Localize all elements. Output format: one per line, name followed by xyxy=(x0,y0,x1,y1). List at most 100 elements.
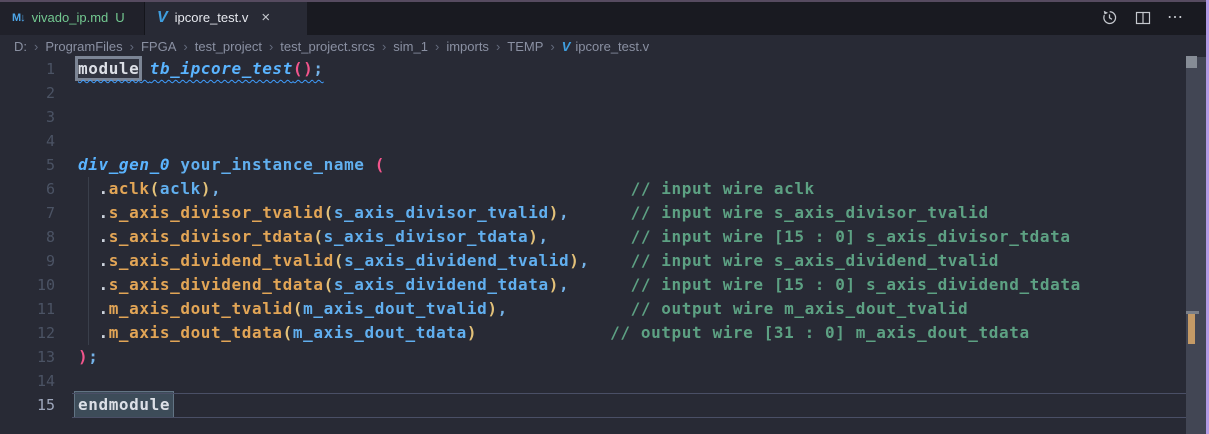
line-number[interactable]: 3 xyxy=(0,105,72,129)
more-actions-icon[interactable]: ⋯ xyxy=(1167,9,1184,26)
code-token: // output wire m_axis_dout_tvalid xyxy=(631,299,969,318)
breadcrumb-label: sim_1 xyxy=(393,39,428,54)
code-line[interactable]: module tb_ipcore_test(); xyxy=(78,57,1206,81)
code-token: ( xyxy=(324,203,334,222)
code-token: ( xyxy=(283,323,293,342)
code-line[interactable] xyxy=(78,81,1206,105)
breadcrumb-label: imports xyxy=(446,39,489,54)
code-area[interactable]: module tb_ipcore_test();div_gen_0 your_i… xyxy=(72,57,1206,434)
code-line[interactable]: .aclk(aclk), // input wire aclk xyxy=(78,177,1206,201)
scrollbar[interactable] xyxy=(1186,57,1206,434)
line-number[interactable]: 13 xyxy=(0,345,72,369)
code-token xyxy=(508,299,631,318)
code-token xyxy=(78,179,98,198)
markdown-icon: M↓ xyxy=(12,12,25,24)
code-token: . xyxy=(98,323,108,342)
line-number[interactable]: 1 xyxy=(0,57,72,81)
code-token: ) xyxy=(78,347,88,366)
code-token: module xyxy=(78,59,139,78)
line-number[interactable]: 5 xyxy=(0,153,72,177)
code-line[interactable]: div_gen_0 your_instance_name ( xyxy=(78,153,1206,177)
code-token xyxy=(78,275,98,294)
code-line[interactable] xyxy=(78,105,1206,129)
code-line[interactable]: .s_axis_dividend_tdata(s_axis_dividend_t… xyxy=(78,273,1206,297)
vscode-window: M↓ vivado_ip.md U V ipcore_test.v × xyxy=(0,0,1209,434)
code-token: s_axis_divisor_tvalid xyxy=(109,203,324,222)
code-token: . xyxy=(98,251,108,270)
code-token: ( xyxy=(150,179,160,198)
code-line[interactable]: .s_axis_divisor_tvalid(s_axis_divisor_tv… xyxy=(78,201,1206,225)
code-token: . xyxy=(98,203,108,222)
line-number[interactable]: 7 xyxy=(0,201,72,225)
vivado-icon: V xyxy=(157,10,168,26)
code-token: // input wire s_axis_dividend_tvalid xyxy=(631,251,999,270)
code-line[interactable]: .s_axis_dividend_tvalid(s_axis_dividend_… xyxy=(78,249,1206,273)
line-number[interactable]: 11 xyxy=(0,297,72,321)
code-token: . xyxy=(98,275,108,294)
code-line[interactable]: .m_axis_dout_tdata(m_axis_dout_tdata) //… xyxy=(78,321,1206,345)
code-line[interactable]: .m_axis_dout_tvalid(m_axis_dout_tvalid),… xyxy=(78,297,1206,321)
line-number[interactable]: 10 xyxy=(0,273,72,297)
breadcrumb-item[interactable]: FPGA xyxy=(141,39,176,54)
split-editor-icon[interactable] xyxy=(1134,9,1151,26)
tab-bar: M↓ vivado_ip.md U V ipcore_test.v × xyxy=(0,0,1206,35)
code-line[interactable]: endmodule xyxy=(78,393,1206,417)
code-token: . xyxy=(98,227,108,246)
line-number[interactable]: 15 xyxy=(0,393,72,417)
tab-ipcore-test-v[interactable]: V ipcore_test.v × xyxy=(145,0,307,35)
breadcrumb-label: D: xyxy=(14,39,27,54)
breadcrumb-item[interactable]: TEMP xyxy=(507,39,543,54)
line-number[interactable]: 14 xyxy=(0,369,72,393)
breadcrumb-item[interactable]: sim_1 xyxy=(393,39,428,54)
code-line[interactable] xyxy=(78,129,1206,153)
code-line[interactable]: ); xyxy=(78,345,1206,369)
breadcrumb: D: › ProgramFiles › FPGA › test_project › test_p… xyxy=(0,35,1206,57)
code-token: , xyxy=(559,203,569,222)
line-number[interactable]: 4 xyxy=(0,129,72,153)
code-token: s_axis_divisor_tdata xyxy=(324,227,529,246)
code-token: ) xyxy=(528,227,538,246)
breadcrumb-separator: › xyxy=(130,39,134,54)
code-token: ( xyxy=(375,155,385,174)
code-token xyxy=(549,227,631,246)
git-untracked-badge: U xyxy=(115,10,124,25)
breadcrumb-item[interactable]: ProgramFiles xyxy=(45,39,122,54)
code-token: () xyxy=(293,59,313,78)
close-icon[interactable]: × xyxy=(261,9,270,26)
breadcrumb-separator: › xyxy=(496,39,500,54)
gutter: 123456789101112131415 xyxy=(0,57,72,434)
code-token: // input wire [15 : 0] s_axis_dividend_t… xyxy=(631,275,1081,294)
code-token: ( xyxy=(324,275,334,294)
code-token: tb_ipcore_test xyxy=(150,59,293,78)
breadcrumb-item[interactable]: Vipcore_test.v xyxy=(562,39,649,54)
code-token xyxy=(78,251,98,270)
code-token: ) xyxy=(467,323,477,342)
breadcrumb-separator: › xyxy=(183,39,187,54)
line-number[interactable]: 8 xyxy=(0,225,72,249)
code-token: . xyxy=(98,299,108,318)
code-token: ( xyxy=(313,227,323,246)
line-number[interactable]: 9 xyxy=(0,249,72,273)
code-line[interactable] xyxy=(78,369,1206,393)
breadcrumb-label: ipcore_test.v xyxy=(575,39,649,54)
code-token: , xyxy=(559,275,569,294)
breadcrumb-item[interactable]: test_project.srcs xyxy=(280,39,375,54)
code-token: ) xyxy=(201,179,211,198)
code-token: , xyxy=(538,227,548,246)
breadcrumb-separator: › xyxy=(550,39,554,54)
line-number[interactable]: 2 xyxy=(0,81,72,105)
tab-vivado-ip-md[interactable]: M↓ vivado_ip.md U xyxy=(0,0,145,35)
line-number[interactable]: 12 xyxy=(0,321,72,345)
code-token: your_instance_name xyxy=(180,155,364,174)
code-token xyxy=(78,203,98,222)
breadcrumb-separator: › xyxy=(34,39,38,54)
line-number[interactable]: 6 xyxy=(0,177,72,201)
breadcrumb-item[interactable]: D: xyxy=(14,39,27,54)
breadcrumb-item[interactable]: imports xyxy=(446,39,489,54)
code-line[interactable]: .s_axis_divisor_tdata(s_axis_divisor_tda… xyxy=(78,225,1206,249)
history-icon[interactable] xyxy=(1101,9,1118,26)
tab-bar-spacer xyxy=(307,0,1101,35)
breadcrumb-item[interactable]: test_project xyxy=(195,39,262,54)
code-token: ; xyxy=(88,347,98,366)
code-token xyxy=(170,155,180,174)
